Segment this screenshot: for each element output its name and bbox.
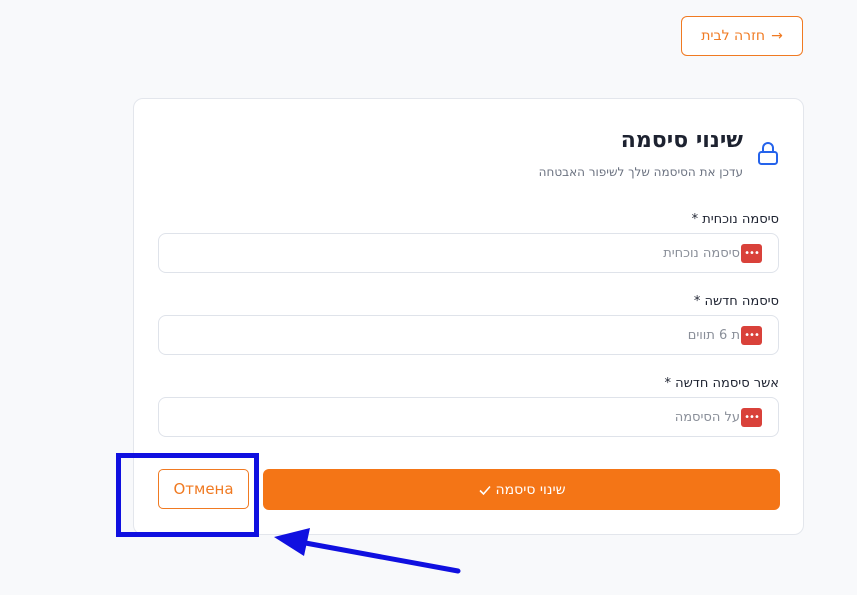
annotation-arrow-icon — [274, 528, 461, 574]
annotation-highlight-box — [116, 453, 259, 537]
confirm-password-input[interactable] — [159, 398, 778, 436]
current-password-input[interactable] — [159, 234, 778, 272]
back-home-button[interactable]: → חזרה לבית — [681, 16, 803, 56]
current-password-field[interactable]: ••• — [158, 233, 779, 273]
new-password-label: סיסמה חדשה * — [693, 294, 779, 309]
back-home-label: חזרה לבית — [701, 28, 766, 44]
change-password-button[interactable]: שינוי סיסמה — [263, 469, 780, 510]
new-password-input[interactable] — [159, 316, 778, 354]
submit-label: שינוי סיסמה — [495, 481, 566, 498]
confirm-password-label: אשר סיסמה חדשה * — [664, 376, 779, 391]
password-key-icon: ••• — [741, 326, 762, 345]
current-password-label: סיסמה נוכחית * — [691, 212, 779, 227]
password-key-icon: ••• — [741, 244, 762, 263]
password-key-icon: ••• — [741, 408, 762, 427]
check-icon — [478, 485, 491, 495]
page-subtitle: עדכן את הסיסמה שלך לשיפור האבטחה — [538, 165, 743, 179]
confirm-password-field[interactable]: ••• — [158, 397, 779, 437]
arrow-right-icon: → — [771, 28, 783, 44]
page-title: שינוי סיסמה — [620, 128, 743, 153]
lock-icon — [758, 142, 778, 165]
new-password-field[interactable]: ••• — [158, 315, 779, 355]
